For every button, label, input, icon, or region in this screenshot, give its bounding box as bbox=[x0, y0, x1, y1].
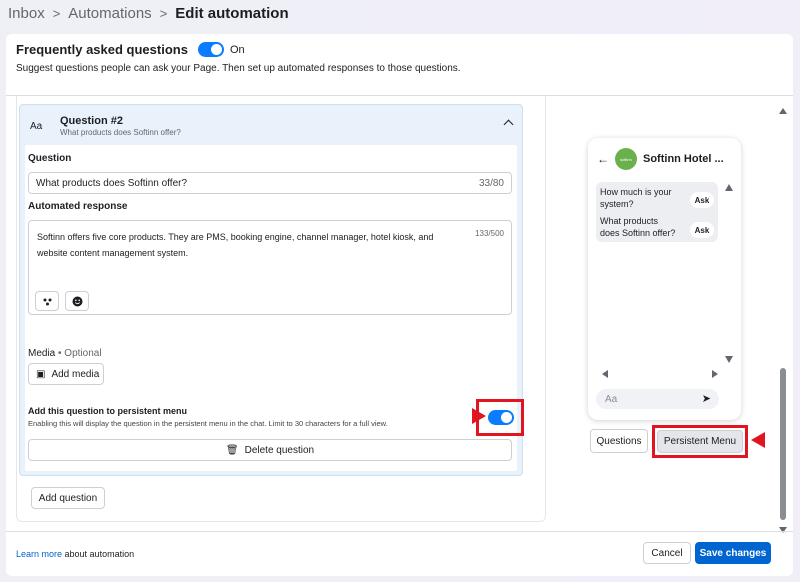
response-text: Softinn offers five core products. They … bbox=[37, 232, 434, 258]
media-label: Media • Optional bbox=[28, 348, 102, 359]
avatar-logo-text: softinn bbox=[620, 156, 632, 162]
response-label: Automated response bbox=[28, 201, 128, 212]
emoji-button[interactable] bbox=[65, 291, 89, 311]
page-name: Softinn Hotel ... bbox=[643, 153, 724, 165]
question-card-body: Question What products does Softinn offe… bbox=[25, 145, 524, 471]
chevron-up-icon[interactable] bbox=[503, 119, 514, 130]
annotation-arrow-icon bbox=[751, 432, 765, 448]
faq-title: Frequently asked questions bbox=[16, 42, 188, 57]
persistent-menu-title: Add this question to persistent menu bbox=[28, 406, 188, 416]
personalize-icon bbox=[43, 298, 51, 305]
question-char-count: 33/80 bbox=[478, 178, 504, 189]
ask-button[interactable]: Ask bbox=[690, 222, 714, 238]
media-label-text: Media bbox=[28, 348, 56, 359]
learn-more-text: Learn more about automation bbox=[16, 549, 134, 559]
response-char-count: 133/500 bbox=[475, 229, 504, 238]
delete-question-label: Delete question bbox=[244, 444, 315, 456]
preview-scroll-down-icon[interactable] bbox=[725, 356, 733, 363]
save-changes-button[interactable]: Save changes bbox=[695, 542, 771, 564]
breadcrumb-inbox[interactable]: Inbox bbox=[8, 5, 45, 22]
preview-scroll-right-icon[interactable] bbox=[712, 370, 718, 378]
preview-message-input[interactable]: Aa ➤ bbox=[596, 389, 719, 409]
question-subtitle: What products does Softinn offer? bbox=[60, 128, 181, 137]
add-question-button[interactable]: Add question bbox=[31, 487, 105, 509]
chevron-right-icon: > bbox=[159, 6, 168, 21]
question-card: Aa Question #2 What products does Softin… bbox=[19, 104, 524, 476]
persistent-menu-description: Enabling this will display the question … bbox=[28, 419, 388, 428]
breadcrumb: Inbox > Automations > Edit automation bbox=[8, 5, 289, 22]
faq-toggle-label: On bbox=[229, 43, 245, 56]
preview-question-list: How much is your system? Ask What produc… bbox=[596, 182, 718, 242]
delete-question-button[interactable]: 🗑 Delete question bbox=[28, 439, 512, 461]
response-textarea[interactable]: Softinn offers five core products. They … bbox=[28, 220, 512, 315]
edit-panel: Frequently asked questions On Suggest qu… bbox=[6, 34, 793, 576]
scroll-down-arrow-icon[interactable] bbox=[779, 527, 787, 533]
add-media-label: Add media bbox=[51, 368, 100, 380]
annotation-arrow-icon bbox=[472, 408, 486, 424]
question-card-header[interactable]: Aa Question #2 What products does Softin… bbox=[20, 105, 522, 141]
chevron-right-icon: > bbox=[52, 6, 61, 21]
question-label: Question bbox=[28, 153, 72, 164]
divider bbox=[6, 531, 793, 532]
preview-input-placeholder: Aa bbox=[605, 393, 618, 405]
learn-more-link[interactable]: Learn more bbox=[16, 549, 62, 559]
persistent-menu-toggle[interactable] bbox=[488, 410, 514, 425]
media-optional: • Optional bbox=[55, 348, 102, 359]
faq-header: Frequently asked questions On Suggest qu… bbox=[16, 42, 783, 74]
breadcrumb-automations[interactable]: Automations bbox=[68, 5, 151, 22]
faq-toggle[interactable] bbox=[197, 42, 224, 57]
tab-persistent-menu[interactable]: Persistent Menu bbox=[657, 430, 743, 453]
emoji-icon bbox=[72, 296, 82, 306]
trash-icon: 🗑 bbox=[225, 444, 239, 456]
question-input-value: What products does Softinn offer? bbox=[36, 178, 188, 189]
preview-question: How much is your system? bbox=[600, 187, 672, 209]
personalize-button[interactable] bbox=[35, 291, 59, 311]
scroll-up-arrow-icon[interactable] bbox=[779, 108, 787, 114]
preview-question: What products does Softinn offer? bbox=[600, 216, 676, 238]
question-input[interactable]: What products does Softinn offer? 33/80 bbox=[28, 172, 512, 194]
page-title: Edit automation bbox=[175, 5, 289, 22]
toggle-knob bbox=[501, 412, 512, 423]
faq-description: Suggest questions people can ask your Pa… bbox=[16, 63, 461, 74]
page-avatar: softinn bbox=[615, 148, 637, 170]
ask-button[interactable]: Ask bbox=[690, 192, 714, 208]
preview-scroll-left-icon[interactable] bbox=[602, 370, 608, 378]
add-media-button[interactable]: ▣ Add media bbox=[28, 363, 104, 385]
text-type-icon: Aa bbox=[30, 121, 43, 132]
preview-scroll-up-icon[interactable] bbox=[725, 184, 733, 191]
tab-questions[interactable]: Questions bbox=[590, 429, 648, 453]
back-arrow-icon[interactable]: ← bbox=[597, 152, 609, 166]
learn-more-rest: about automation bbox=[62, 549, 135, 559]
question-number: Question #2 bbox=[60, 115, 123, 127]
image-add-icon: ▣ bbox=[36, 368, 46, 380]
send-icon[interactable]: ➤ bbox=[702, 392, 711, 405]
chat-preview: ← softinn Softinn Hotel ... How much is … bbox=[588, 138, 741, 420]
cancel-button[interactable]: Cancel bbox=[643, 542, 691, 564]
scrollbar-thumb[interactable] bbox=[780, 368, 786, 520]
